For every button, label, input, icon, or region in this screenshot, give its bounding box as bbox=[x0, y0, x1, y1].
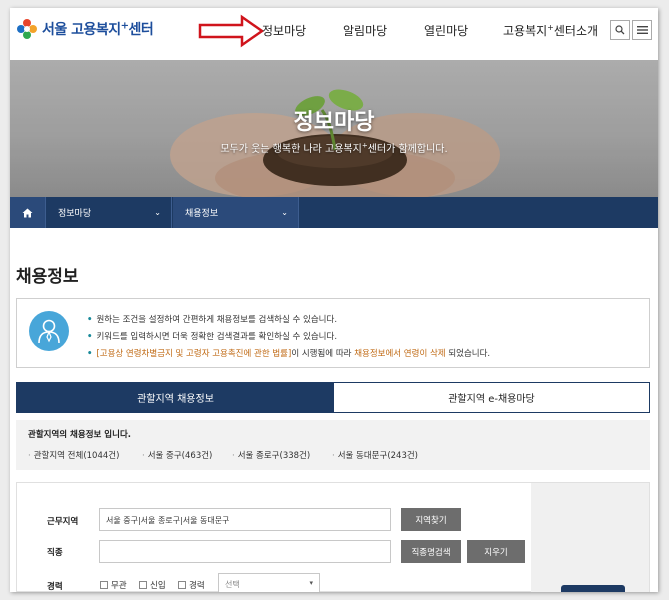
career-years-select[interactable]: 선택 ▾ bbox=[218, 573, 320, 592]
page-title: 채용정보 bbox=[16, 267, 79, 287]
nav-item-notice[interactable]: 알림마당 bbox=[343, 22, 387, 39]
subnav-dropdown-jobs[interactable]: 채용정보 ⌄ bbox=[173, 197, 299, 228]
nav-item-info[interactable]: 정보마당 bbox=[262, 22, 306, 39]
clear-button[interactable]: 지우기 bbox=[467, 540, 525, 563]
career-option-new[interactable]: 신입 bbox=[139, 579, 166, 591]
area-input[interactable]: 서울 중구|서울 종로구|서울 동대문구 bbox=[99, 508, 391, 531]
job-type-label: 직종 bbox=[47, 548, 63, 558]
sub-navigation: 정보마당 ⌄ 채용정보 ⌄ bbox=[10, 197, 658, 228]
menu-button[interactable] bbox=[632, 20, 652, 40]
chevron-down-icon: ⌄ bbox=[154, 208, 161, 217]
checkbox-icon bbox=[178, 581, 186, 589]
career-option-experienced[interactable]: 경력 bbox=[178, 579, 205, 591]
career-option-any[interactable]: 무관 bbox=[100, 579, 127, 591]
site-header: 서울 고용복지+센터 정보마당 알림마당 열린마당 고용복지+센터소개 bbox=[10, 8, 658, 60]
chevron-down-icon: ⌄ bbox=[281, 208, 288, 217]
tab-region-jobs[interactable]: 관할지역 채용정보 bbox=[17, 383, 334, 412]
region-link-dongdaemungu[interactable]: · 서울 동대문구(243건) bbox=[332, 449, 418, 461]
job-name-search-button[interactable]: 직종명검색 bbox=[401, 540, 461, 563]
area-label: 근무지역 bbox=[47, 517, 79, 527]
region-tabs: 관할지역 채용정보 관할지역 e-채용마당 bbox=[16, 382, 650, 413]
find-area-button[interactable]: 지역찾기 bbox=[401, 508, 461, 531]
hero-banner: 정보마당 모두가 웃는 행복한 나라 고용복지+센터가 함께합니다. bbox=[10, 60, 658, 197]
region-link-all[interactable]: · 관할지역 전체(1044건) bbox=[28, 449, 119, 461]
hamburger-menu-icon bbox=[636, 26, 648, 34]
nav-item-open[interactable]: 열린마당 bbox=[424, 22, 468, 39]
hero-subtitle: 모두가 웃는 행복한 나라 고용복지+센터가 함께합니다. bbox=[220, 141, 448, 155]
nav-item-about[interactable]: 고용복지+센터소개 bbox=[503, 22, 598, 39]
info-notice-box: • 원하는 조건을 설정하여 간편하게 채용정보를 검색하실 수 있습니다. • 키… bbox=[16, 298, 650, 368]
checkbox-icon bbox=[139, 581, 147, 589]
search-button[interactable] bbox=[610, 20, 630, 40]
region-link-jongnogu[interactable]: · 서울 종로구(338건) bbox=[232, 449, 310, 461]
search-icon bbox=[615, 25, 625, 35]
job-search-form: 근무지역 서울 중구|서울 종로구|서울 동대문구 지역찾기 직종 직종명검색 … bbox=[16, 482, 650, 592]
search-submit-button[interactable] bbox=[561, 585, 625, 592]
main-nav: 정보마당 알림마당 열린마당 고용복지+센터소개 bbox=[10, 22, 658, 42]
search-fields: 근무지역 서울 중구|서울 종로구|서울 동대문구 지역찾기 직종 직종명검색 … bbox=[17, 483, 531, 592]
info-line-3: • [고용상 연령차별금지 및 고령자 고용촉진에 관한 법률]이 시행됨에 따라… bbox=[87, 349, 491, 359]
select-placeholder: 선택 bbox=[225, 580, 240, 589]
info-line-1: • 원하는 조건을 설정하여 간편하게 채용정보를 검색하실 수 있습니다. bbox=[87, 315, 338, 325]
tab-e-jobs[interactable]: 관할지역 e-채용마당 bbox=[334, 383, 649, 412]
browser-page: 서울 고용복지+센터 정보마당 알림마당 열린마당 고용복지+센터소개 정보마당… bbox=[10, 8, 658, 592]
search-submit-panel bbox=[531, 483, 649, 592]
subnav-label-jobs: 채용정보 bbox=[185, 209, 219, 219]
person-icon bbox=[29, 311, 69, 351]
subnav-label-info: 정보마당 bbox=[58, 209, 92, 219]
hero-title: 정보마당 bbox=[293, 110, 375, 135]
region-summary: 관할지역의 채용정보 입니다. · 관할지역 전체(1044건) · 서울 중구(4… bbox=[16, 420, 650, 470]
info-line-2: • 키워드를 입력하시면 더욱 정확한 검색결과를 확인하실 수 있습니다. bbox=[87, 332, 338, 342]
region-heading: 관할지역의 채용정보 입니다. bbox=[28, 430, 131, 440]
job-type-input[interactable] bbox=[99, 540, 391, 563]
checkbox-icon bbox=[100, 581, 108, 589]
region-link-junggu[interactable]: · 서울 중구(463건) bbox=[142, 449, 212, 461]
home-icon bbox=[22, 208, 33, 217]
career-label: 경력 bbox=[47, 582, 63, 592]
chevron-down-icon: ▾ bbox=[309, 579, 313, 587]
subnav-dropdown-info[interactable]: 정보마당 ⌄ bbox=[46, 197, 172, 228]
home-button[interactable] bbox=[10, 197, 46, 228]
